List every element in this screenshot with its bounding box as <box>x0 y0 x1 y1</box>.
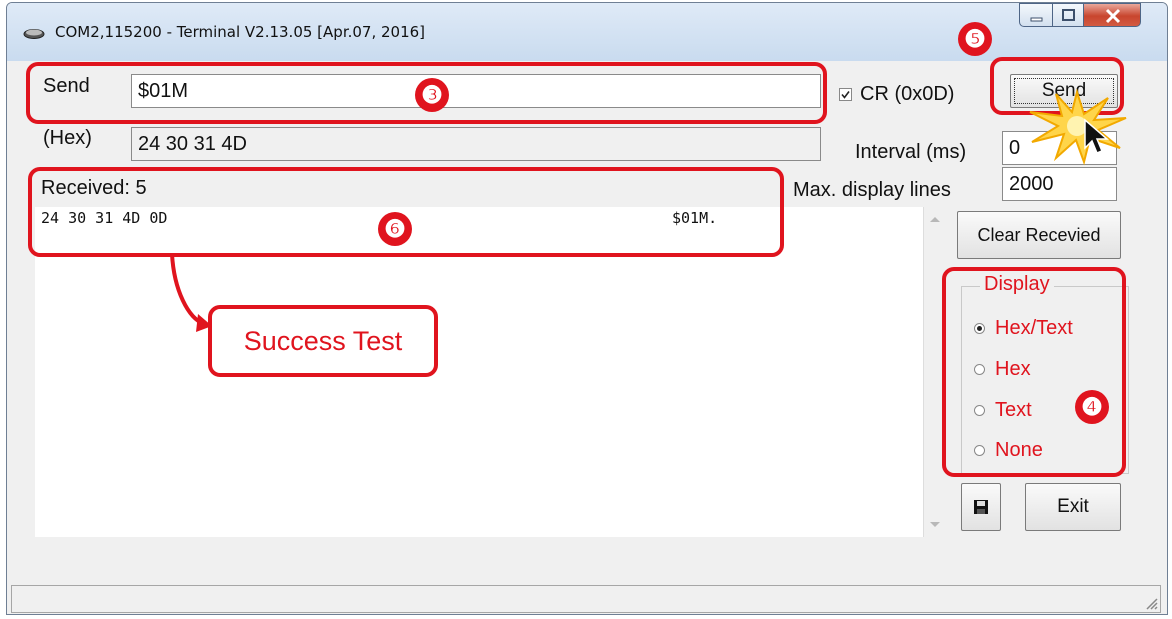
title-bar[interactable]: COM2,115200 - Terminal V2.13.05 [Apr.07,… <box>7 3 1167 61</box>
save-button[interactable] <box>961 483 1001 531</box>
scroll-down-icon <box>930 522 940 527</box>
annotation-display-box <box>942 267 1126 477</box>
serial-port-icon <box>23 29 45 39</box>
badge-6: ❻ <box>378 212 412 246</box>
max-lines-label: Max. display lines <box>793 179 951 201</box>
success-test-callout: Success Test <box>208 305 438 377</box>
status-bar <box>11 585 1161 613</box>
badge-3: ❸ <box>415 78 449 112</box>
cr-label: CR (0x0D) <box>860 83 955 105</box>
hex-field: 24 30 31 4D <box>131 127 821 161</box>
maximize-button[interactable] <box>1052 3 1084 27</box>
max-lines-input[interactable]: 2000 <box>1002 167 1117 201</box>
minimize-button[interactable] <box>1019 3 1053 27</box>
checkbox-checked-icon <box>839 88 852 101</box>
maximize-icon <box>1062 9 1075 21</box>
close-button[interactable] <box>1083 3 1141 27</box>
badge-5: ❺ <box>958 22 992 56</box>
interval-label: Interval (ms) <box>855 141 967 163</box>
cr-checkbox[interactable]: CR (0x0D) <box>839 83 954 106</box>
click-burst-icon <box>1029 88 1127 166</box>
scroll-up-icon <box>930 217 940 222</box>
window-title: COM2,115200 - Terminal V2.13.05 [Apr.07,… <box>55 23 426 41</box>
floppy-disk-icon <box>974 500 988 514</box>
close-icon <box>1105 8 1121 24</box>
callout-text: Success Test <box>243 325 403 356</box>
exit-button[interactable]: Exit <box>1025 483 1121 531</box>
resize-grip-icon[interactable] <box>1144 596 1158 610</box>
badge-4: ❹ <box>1075 390 1109 424</box>
mouse-cursor-icon <box>1084 118 1110 154</box>
annotation-received-box <box>28 167 784 257</box>
minimize-icon <box>1030 17 1043 22</box>
clear-received-button[interactable]: Clear Recevied <box>957 211 1121 259</box>
hex-label: (Hex) <box>43 127 92 149</box>
